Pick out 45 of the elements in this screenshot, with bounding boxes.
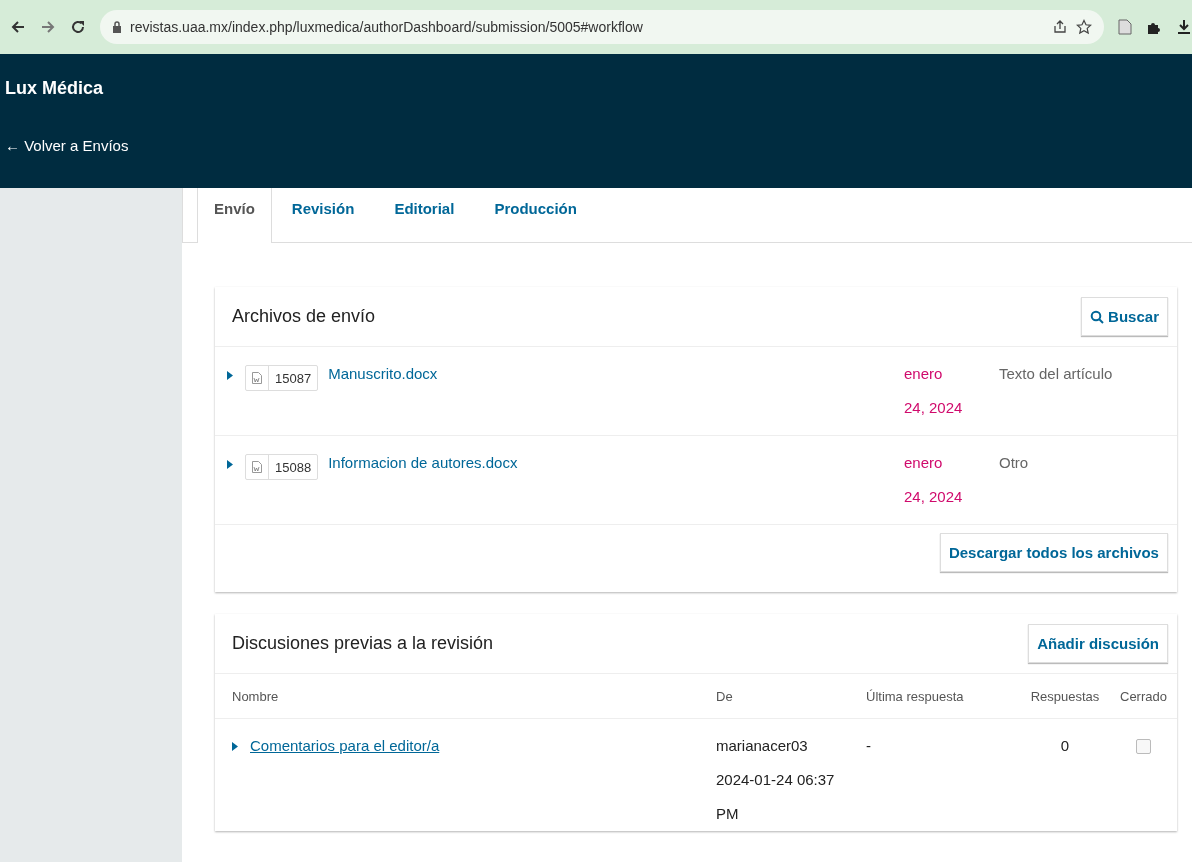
url-text: revistas.uaa.mx/index.php/luxmedica/authorDashboard/submission/5005#workflow — [130, 19, 643, 35]
search-button[interactable]: Buscar — [1081, 297, 1168, 336]
lock-icon — [112, 21, 122, 33]
tab[interactable]: Revisión — [271, 188, 375, 242]
table-cell-text: - — [866, 736, 872, 756]
table-cell-text: marianacer03 2024-01-24 06:37 PM — [716, 736, 836, 824]
file-id: 15088 — [274, 459, 313, 475]
document-icon[interactable] — [1118, 19, 1132, 35]
table-cell-text: 0 — [1059, 736, 1071, 756]
download-all-button[interactable]: Descargar todos los archivos — [939, 533, 1168, 572]
file-date: enero 24, 2024 — [903, 453, 964, 507]
star-icon[interactable] — [1076, 19, 1092, 35]
file-type: Texto del artículo — [998, 365, 1114, 382]
file-date: enero 24, 2024 — [903, 364, 964, 418]
column-header: Última respuesta — [866, 688, 965, 704]
forward-icon[interactable] — [40, 19, 56, 35]
site-title[interactable]: Lux Médica — [5, 78, 104, 99]
search-icon — [1090, 309, 1105, 324]
tab[interactable]: Editorial — [374, 188, 475, 242]
panel-title: Discusiones previas a la revisión — [232, 633, 494, 654]
back-link[interactable]: ← Volver a Envíos — [5, 137, 129, 154]
reload-icon[interactable] — [70, 19, 86, 35]
column-header: Respuestas — [1029, 688, 1101, 704]
expand-arrow-icon[interactable] — [227, 460, 233, 469]
address-bar[interactable]: revistas.uaa.mx/index.php/luxmedica/authorDashboard/submission/5005#workflow — [100, 10, 1104, 44]
file-link[interactable]: Manuscrito.docx — [328, 365, 438, 382]
tab[interactable]: Producción — [474, 188, 597, 242]
closed-checkbox[interactable] — [1136, 739, 1151, 754]
column-header: Cerrado — [1120, 688, 1167, 704]
word-file-icon — [252, 372, 262, 384]
expand-arrow-icon[interactable] — [232, 742, 238, 751]
column-header: De — [716, 688, 734, 704]
file-id: 15087 — [274, 370, 313, 386]
tab[interactable]: Envío — [197, 188, 272, 243]
column-header: Nombre — [232, 688, 280, 704]
word-file-icon — [252, 461, 262, 473]
file-link[interactable]: Informacion de autores.docx — [328, 454, 518, 471]
back-icon[interactable] — [10, 19, 26, 35]
panel-title: Archivos de envío — [232, 306, 376, 327]
discussion-link[interactable]: Comentarios para el editor/a — [250, 729, 440, 763]
download-icon[interactable] — [1176, 19, 1192, 35]
expand-arrow-icon[interactable] — [227, 371, 233, 380]
file-type: Otro — [998, 454, 1030, 471]
add-discussion-button[interactable]: Añadir discusión — [1028, 624, 1168, 663]
share-icon[interactable] — [1052, 19, 1068, 35]
